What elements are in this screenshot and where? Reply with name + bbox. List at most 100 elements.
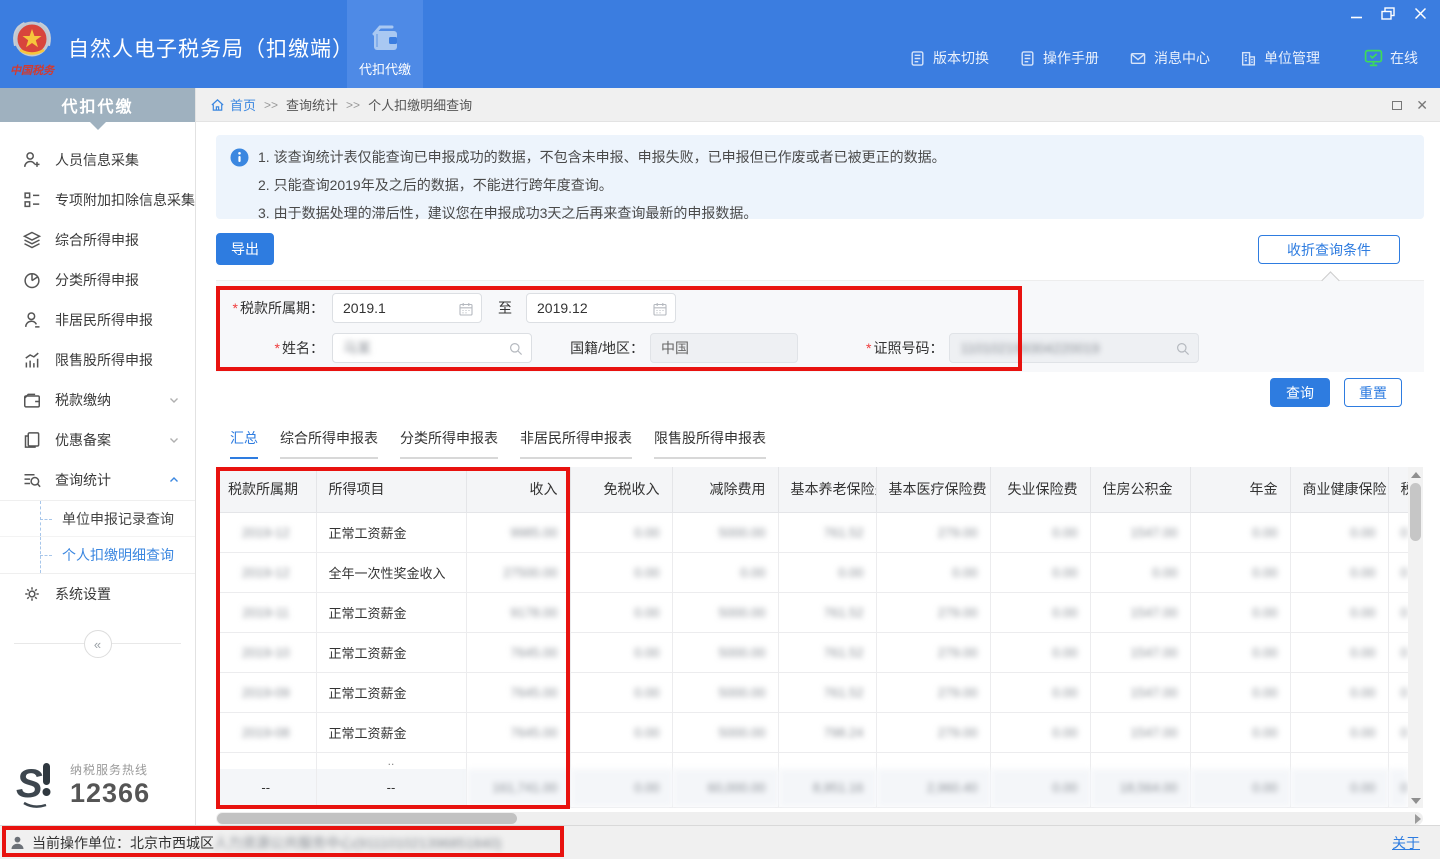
table-cell (1388, 752, 1408, 769)
sidebar-item-comprehensive-income[interactable]: 综合所得申报 (0, 220, 195, 260)
menu-message-center[interactable]: 消息中心 (1129, 48, 1210, 68)
scroll-up-arrow[interactable] (1408, 467, 1423, 482)
table-cell: 正常工资薪金 (316, 672, 466, 712)
calendar-icon[interactable] (458, 301, 474, 317)
restore-button[interactable] (1380, 6, 1396, 20)
about-link[interactable]: 关于 (1392, 833, 1420, 853)
menu-operation-manual[interactable]: 操作手册 (1019, 48, 1099, 68)
sidebar-item-personnel-info[interactable]: 人员信息采集 (0, 140, 195, 180)
calendar-icon[interactable] (652, 301, 668, 317)
summary-cell: 18,564.00 (1090, 769, 1190, 807)
table-cell: 5000.00 (672, 592, 778, 632)
table-cell: 0.0 (1388, 712, 1408, 752)
header-menu: 版本切换 操作手册 消息中心 单位管理 (909, 48, 1418, 68)
menu-unit-management[interactable]: 单位管理 (1240, 48, 1320, 68)
collapse-conditions-button[interactable]: 收折查询条件 (1258, 235, 1400, 264)
menu-online-status[interactable]: 在线 (1364, 48, 1418, 68)
chevron-up-icon (167, 473, 181, 487)
gear-icon (22, 584, 42, 604)
sidebar-menu: 人员信息采集 专项附加扣除信息采集 综合所得申报 分类所得申报 非居民所得申报 … (0, 140, 195, 658)
column-header: 税款所属期 (216, 467, 316, 512)
table-cell: 0.0 (1388, 632, 1408, 672)
sidebar-item-special-deduction[interactable]: 专项附加扣除信息采集 (0, 180, 195, 220)
manual-icon (1019, 50, 1036, 67)
table-cell: 1547.00 (1090, 672, 1190, 712)
sidebar-item-tax-payment[interactable]: 税款缴纳 (0, 380, 195, 420)
breadcrumb-home-link[interactable]: 首页 (210, 95, 256, 114)
horizontal-scrollbar[interactable] (216, 812, 1423, 825)
status-bar: 当前操作单位：北京市西城区人力资源公共服务中心(9111010213968518… (0, 825, 1440, 859)
sidebar-item-restricted-shares-income[interactable]: 限售股所得申报 (0, 340, 195, 380)
svg-text:中国税务: 中国税务 (10, 64, 56, 77)
column-header: 基本养老保险费 (778, 467, 876, 512)
table-cell (876, 752, 990, 769)
table-cell: 正常工资薪金 (316, 712, 466, 752)
header-tab-label: 代扣代缴 (359, 59, 411, 78)
table-row[interactable]: 2019-10正常工资薪金7645.000.005000.00761.52279… (216, 632, 1408, 672)
tab-comprehensive-income[interactable]: 综合所得申报表 (280, 428, 378, 459)
to-label: 至 (498, 298, 512, 318)
table-row[interactable]: 2019-12全年一次性奖金收入27500.000.000.000.000.00… (216, 552, 1408, 592)
table-cell: 0.00 (778, 552, 876, 592)
sidebar-item-query-statistics[interactable]: 查询统计 (0, 460, 195, 500)
sidebar-subitem-unit-declaration-records[interactable]: 单位申报记录查询 (0, 501, 195, 537)
table-row[interactable]: 2019-08正常工资薪金7645.000.005000.00798.24279… (216, 712, 1408, 752)
column-header: 基本医疗保险费 (876, 467, 990, 512)
summary-cell: -- (316, 769, 466, 807)
scroll-right-arrow[interactable] (1415, 814, 1421, 824)
caret-up-icon (1321, 271, 1339, 289)
sidebar-item-preference-filing[interactable]: 优惠备案 (0, 420, 195, 460)
table-cell: 0.00 (990, 672, 1090, 712)
sidebar-item-nonresident-income[interactable]: 非居民所得申报 (0, 300, 195, 340)
result-table: 税款所属期所得项目收入免税收入减除费用基本养老保险费基本医疗保险费失业保险费住房… (216, 467, 1408, 808)
period-from-input[interactable] (332, 293, 482, 323)
chevron-down-icon (167, 433, 181, 447)
table-cell (672, 752, 778, 769)
sidebar-item-classified-income[interactable]: 分类所得申报 (0, 260, 195, 300)
export-button[interactable]: 导出 (216, 233, 274, 265)
mail-icon (1129, 50, 1147, 67)
search-icon[interactable] (508, 341, 524, 357)
panel-maximize-icon[interactable] (1392, 101, 1402, 110)
summary-cell: 8,951.16 (778, 769, 876, 807)
minimize-button[interactable] (1348, 6, 1364, 20)
table-cell: 5000.00 (672, 632, 778, 672)
header-tab-withholding[interactable]: 代扣代缴 (347, 0, 423, 88)
search-icon[interactable] (1175, 341, 1191, 357)
period-to-input[interactable] (526, 293, 676, 323)
table-row[interactable]: 2019-12正常工资薪金9985.000.005000.00761.52279… (216, 512, 1408, 552)
table-row[interactable]: 2019-09正常工资薪金7645.000.005000.00761.52279… (216, 672, 1408, 712)
vertical-scrollbar[interactable] (1408, 467, 1423, 808)
filter-panel: *税款所属期： 至 *姓名： 马某 国籍/地区： (216, 280, 1424, 372)
query-button[interactable]: 查询 (1270, 378, 1330, 407)
sidebar-item-system-settings[interactable]: 系统设置 (0, 574, 195, 614)
table-cell: 0.00 (672, 552, 778, 592)
user-icon (10, 835, 25, 850)
checklist-icon (22, 190, 42, 210)
table-row[interactable]: 2019-11正常工资薪金9178.000.005000.00761.52279… (216, 592, 1408, 632)
name-input[interactable]: 马某 (332, 333, 532, 363)
vertical-scroll-thumb[interactable] (1410, 483, 1421, 541)
summary-cell: 2,960.40 (876, 769, 990, 807)
unit-name-blurred: 人力资源公共服务中心(911101021396851840) (214, 835, 501, 851)
menu-version-switch[interactable]: 版本切换 (909, 48, 989, 68)
document-icon (909, 50, 926, 67)
reset-button[interactable]: 重置 (1344, 378, 1402, 407)
table-cell: 2019-12 (216, 512, 316, 552)
table-cell: 279.00 (876, 672, 990, 712)
table-cell: 7645.00 (466, 632, 570, 672)
tab-nonresident-income[interactable]: 非居民所得申报表 (520, 428, 632, 459)
close-button[interactable] (1412, 6, 1428, 20)
notice-line-1: 1. 该查询统计表仅能查询已申报成功的数据，不包含未申报、申报失败，已申报但已作… (258, 143, 1414, 171)
scroll-down-arrow[interactable] (1408, 793, 1423, 808)
tab-classified-income[interactable]: 分类所得申报表 (400, 428, 498, 459)
horizontal-scroll-thumb[interactable] (217, 813, 517, 824)
sidebar-subitem-personal-withholding-detail[interactable]: 个人扣缴明细查询 (0, 537, 195, 573)
table-cell: 27500.00 (466, 552, 570, 592)
tab-restricted-shares[interactable]: 限售股所得申报表 (654, 428, 766, 459)
table-cell: 2019-08 (216, 712, 316, 752)
tab-summary[interactable]: 汇总 (230, 428, 258, 459)
person-add-icon (22, 150, 42, 170)
sidebar-collapse-button[interactable]: « (84, 630, 112, 658)
panel-close-icon[interactable]: ✕ (1416, 98, 1428, 112)
